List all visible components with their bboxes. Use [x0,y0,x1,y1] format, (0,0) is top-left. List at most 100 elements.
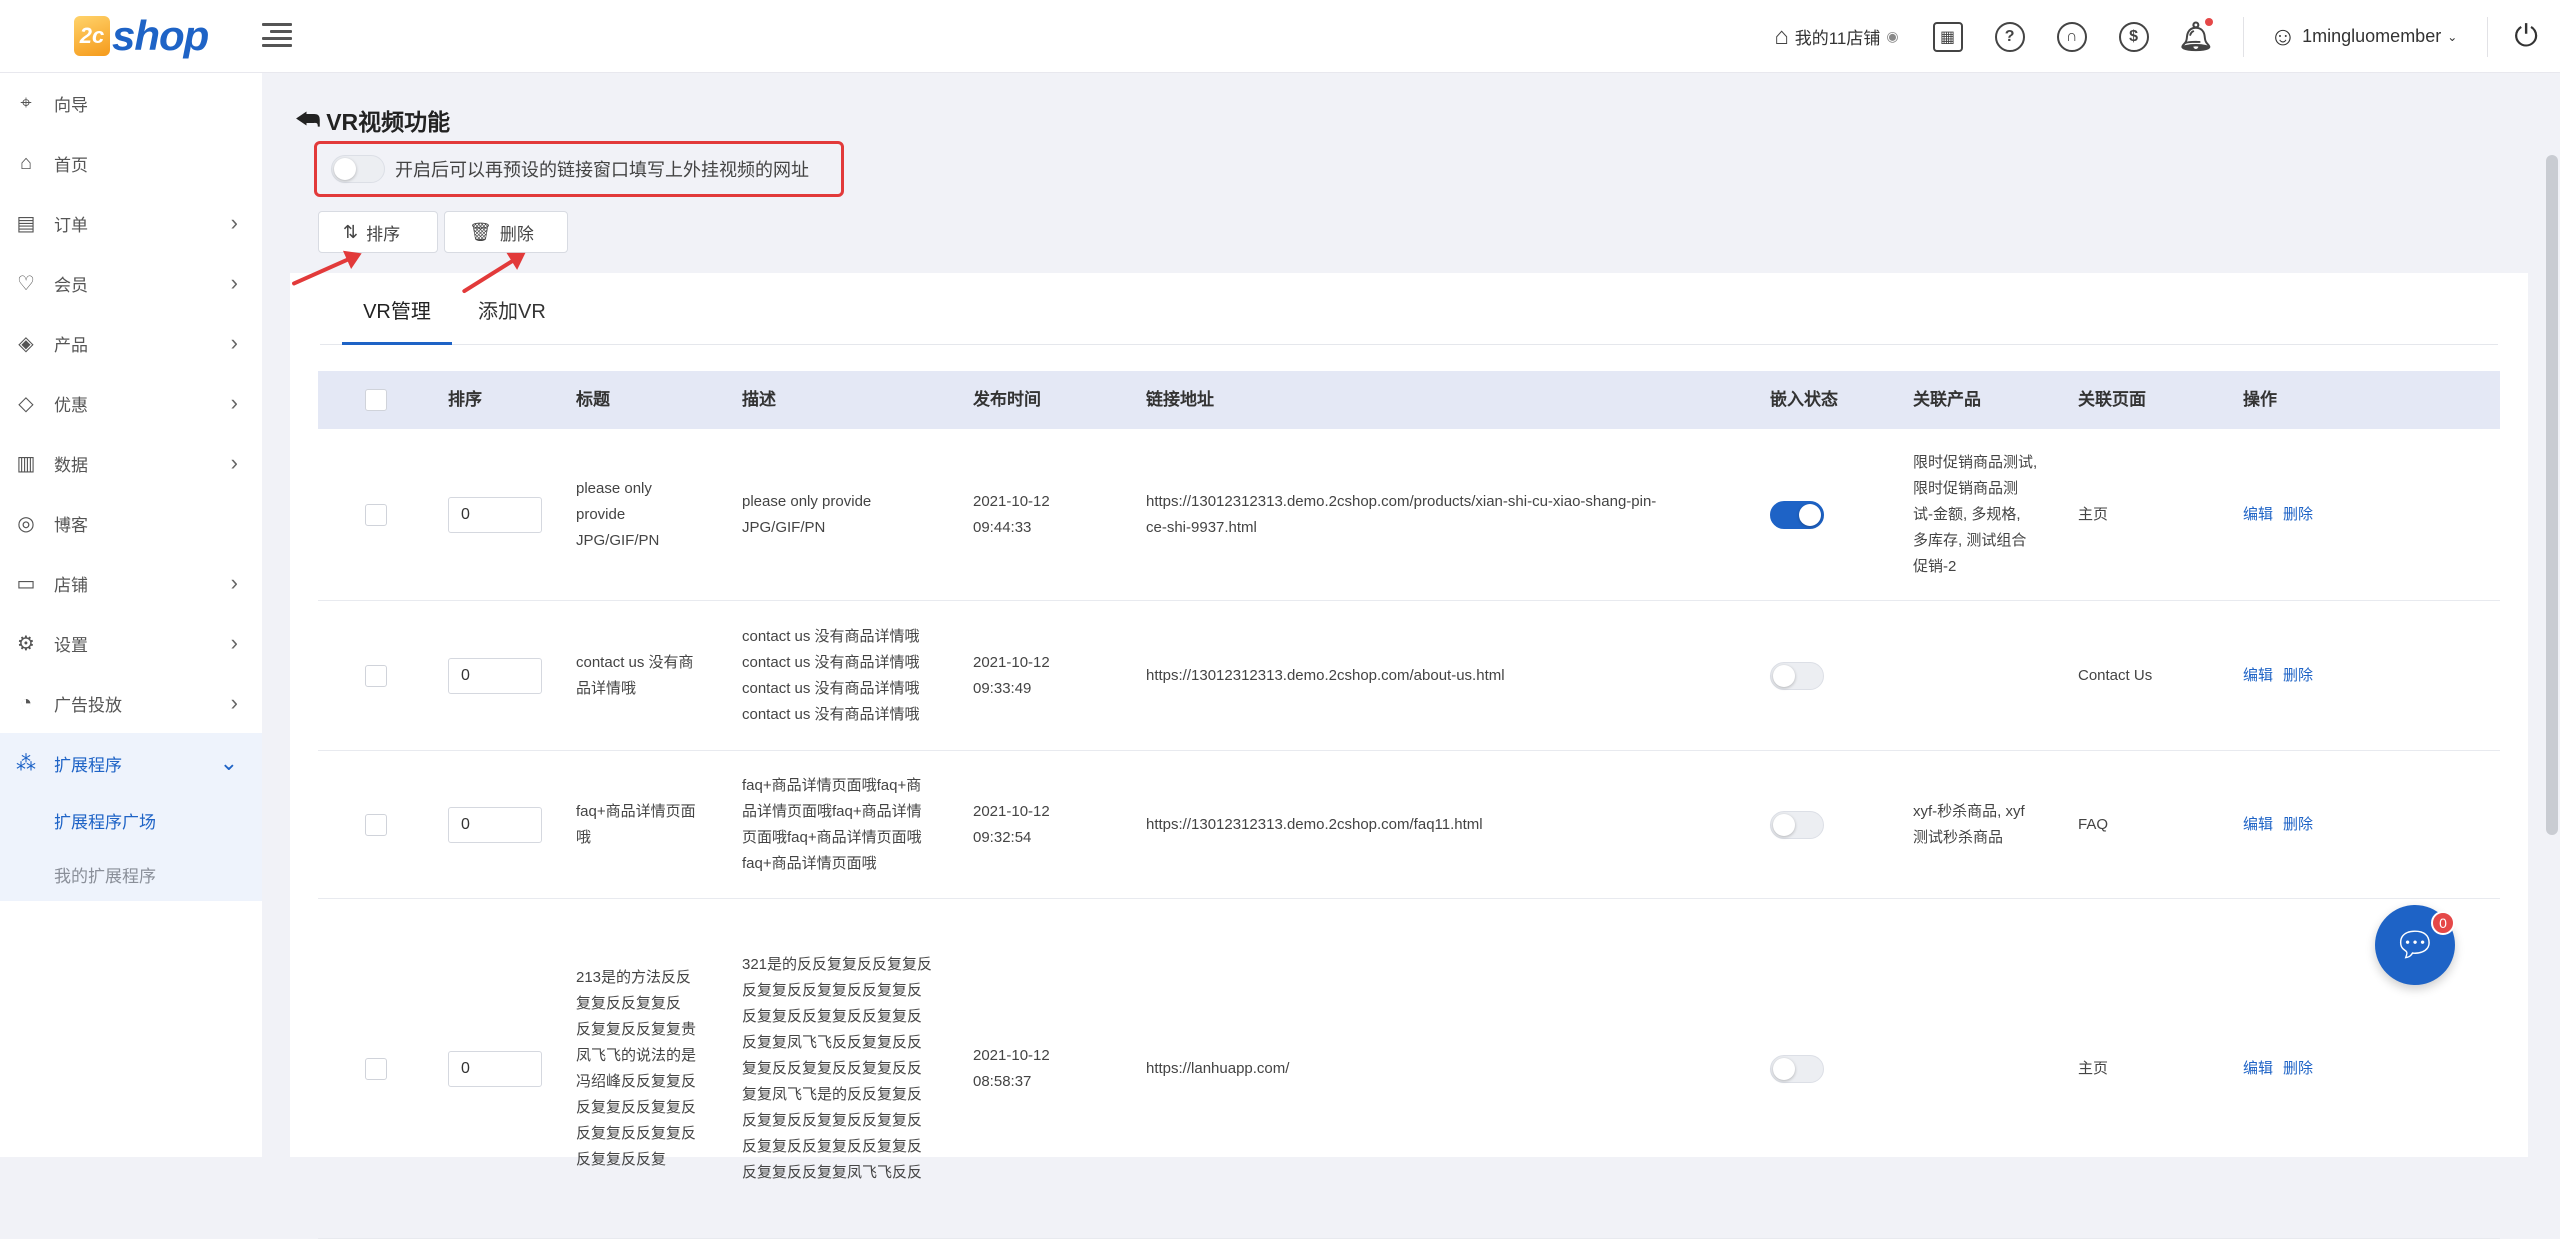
sidebar-item-label: 订单 [54,215,88,235]
row-actions: 编辑 删除 [2243,663,2323,689]
cell-text: 213是的方法反反 复复反反复复反 反复复反反复复贵 凤飞飞的说法的是 冯绍峰反反复复反… [576,965,696,1173]
sidebar-item[interactable]: ◔ 广告投放 › [0,673,262,733]
select-all-checkbox[interactable] [365,389,387,411]
delete-button[interactable]: 🗑︎ 删除 [444,211,568,253]
cell-line: contact us 没有商品详情哦 [742,706,920,723]
row-actions: 编辑 删除 [2243,1056,2323,1082]
sort-input[interactable]: 0 [448,658,542,694]
embed-toggle[interactable] [1770,501,1824,529]
column-header: 嵌入状态 [1770,390,1838,409]
sidebar-item[interactable]: ⁂ 扩展程序 ⌄ [0,733,262,793]
headset-icon[interactable]: ∩ [2056,21,2087,52]
logo[interactable]: 2c shop [74,10,209,62]
sidebar-item[interactable]: ▥ 数据 › [0,433,262,493]
sort-input[interactable]: 0 [448,1051,542,1087]
vr-panel: VR管理 添加VR 排序 标题 描述 发布时间 链接地址 嵌入状态 关联产品 关联页面 操作 0… [290,273,2528,1239]
sidebar-item[interactable]: ▭ 店铺 › [0,553,262,613]
embed-toggle[interactable] [1770,811,1824,839]
sidebar-item[interactable]: ⌖ 向导 [0,73,262,133]
cell-line: contact us 没有商 [576,654,694,671]
sidebar-item[interactable]: ⌂ 首页 [0,133,262,193]
cell-line: 反复复反反复复反反复复反 [742,1112,923,1129]
embed-toggle[interactable] [1770,1055,1824,1083]
edit-link[interactable]: 编辑 [2243,816,2273,833]
cell-line: 反复复凤飞飞反反复复反反 [742,1034,923,1051]
cell-text: faq+商品详情页面哦 [576,799,696,851]
tab-vr-manage[interactable]: VR管理 [342,295,452,345]
vr-table: 排序 标题 描述 发布时间 链接地址 嵌入状态 关联产品 关联页面 操作 0 please onl… [318,371,2500,1239]
qrcode-icon[interactable]: ▦ [1932,21,1963,52]
sort-input[interactable]: 0 [448,807,542,843]
table-row: 0 faq+商品详情页面哦 faq+商品详情页面哦faq+商 品详情页面哦faq+商品… [318,751,2500,899]
eye-icon[interactable]: ◉ [1886,28,1898,45]
scrollbar[interactable] [2546,155,2558,835]
delete-link[interactable]: 删除 [2283,816,2313,833]
cell-line: contact us 没有商品详情哦 [742,628,920,645]
sidebar-item-label: 首页 [54,155,88,175]
sort-button[interactable]: ⇅ 排序 [318,211,438,253]
embed-toggle[interactable] [1770,662,1824,690]
settings-icon[interactable]: $ [2118,21,2149,52]
sidebar-item[interactable]: ◈ 产品 › [0,313,262,373]
sidebar-item[interactable]: ♡ 会员 › [0,253,262,313]
cell-line: xyf-秒杀商品, xyf [1913,803,2025,820]
sort-input[interactable]: 0 [448,497,542,533]
cell-line: 试-金额, 多规格, [1913,506,2021,523]
chat-button[interactable]: 💬︎ 0 [2375,905,2455,985]
delete-link[interactable]: 删除 [2283,667,2313,684]
cell-line: 哦 [576,829,592,846]
column-header: 标题 [576,390,610,409]
edit-link[interactable]: 编辑 [2243,506,2273,523]
sidebar-subitem[interactable]: 我的扩展程序 [0,847,262,901]
cell-line: faq+商品详情页面哦faq+商 [742,777,922,794]
back-icon[interactable]: ⮪ [296,104,320,136]
cell-text: https://13012312313.demo.2cshop.com/abou… [1146,663,1505,689]
row-checkbox[interactable] [365,814,387,836]
cell-line: JPG/GIF/PN [742,519,826,536]
sidebar-item-label: 会员 [54,275,88,295]
user-menu[interactable]: ☺ 1mingluomember ⌄ [2270,21,2458,52]
menu-toggle-icon[interactable] [262,20,292,50]
chart-icon: ▥ [16,452,36,475]
chevron-right-icon: › [230,570,238,595]
row-actions: 编辑 删除 [2243,812,2323,838]
store-switcher[interactable]: ⌂ 我的11店铺 ◉ [1774,23,1898,51]
cell-text: 2021-10-12 09:32:54 [973,799,1050,851]
sidebar-item[interactable]: ⚙ 设置 › [0,613,262,673]
vr-external-video-toggle[interactable] [331,155,385,183]
column-header: 描述 [742,390,776,409]
sidebar-item[interactable]: ◇ 优惠 › [0,373,262,433]
sidebar-subitem[interactable]: 扩展程序广场 [0,793,262,847]
divider [2487,16,2489,57]
bell-icon[interactable]: 🔔︎ [2178,17,2213,52]
edit-link[interactable]: 编辑 [2243,667,2273,684]
cell-text: please only provide JPG/GIF/PN [742,489,871,541]
row-checkbox[interactable] [365,504,387,526]
help-icon[interactable]: ? [1994,21,2025,52]
delete-link[interactable]: 删除 [2283,1060,2313,1077]
cell-text: 2021-10-12 09:44:33 [973,489,1050,541]
divider [2242,16,2244,57]
sidebar-item[interactable]: ▤ 订单 › [0,193,262,253]
column-header: 关联产品 [1913,390,1981,409]
delete-button-label: 删除 [499,224,534,244]
sidebar-item[interactable]: ◎ 博客 [0,493,262,553]
cell-line: 08:58:37 [973,1073,1032,1090]
edit-link[interactable]: 编辑 [2243,1060,2273,1077]
trash-icon: 🗑︎ [469,221,492,242]
row-checkbox[interactable] [365,1058,387,1080]
cell-line: JPG/GIF/PN [576,532,660,549]
tab-add-vr[interactable]: 添加VR [478,295,546,345]
cell-line: 09:44:33 [973,519,1032,536]
coupon-icon: ◇ [18,392,34,415]
chat-badge: 0 [2431,911,2455,935]
row-checkbox[interactable] [365,665,387,687]
power-icon[interactable]: ⏻ [2514,20,2538,54]
cell-line: 凤飞飞的说法的是 [576,1047,697,1064]
cell-line: 2021-10-12 [973,803,1050,820]
cell-line: 品详情哦 [576,680,637,697]
chevron-right-icon: › [230,390,238,415]
sidebar-item-label: 优惠 [54,395,88,415]
delete-link[interactable]: 删除 [2283,506,2313,523]
member-icon: ♡ [17,272,35,295]
